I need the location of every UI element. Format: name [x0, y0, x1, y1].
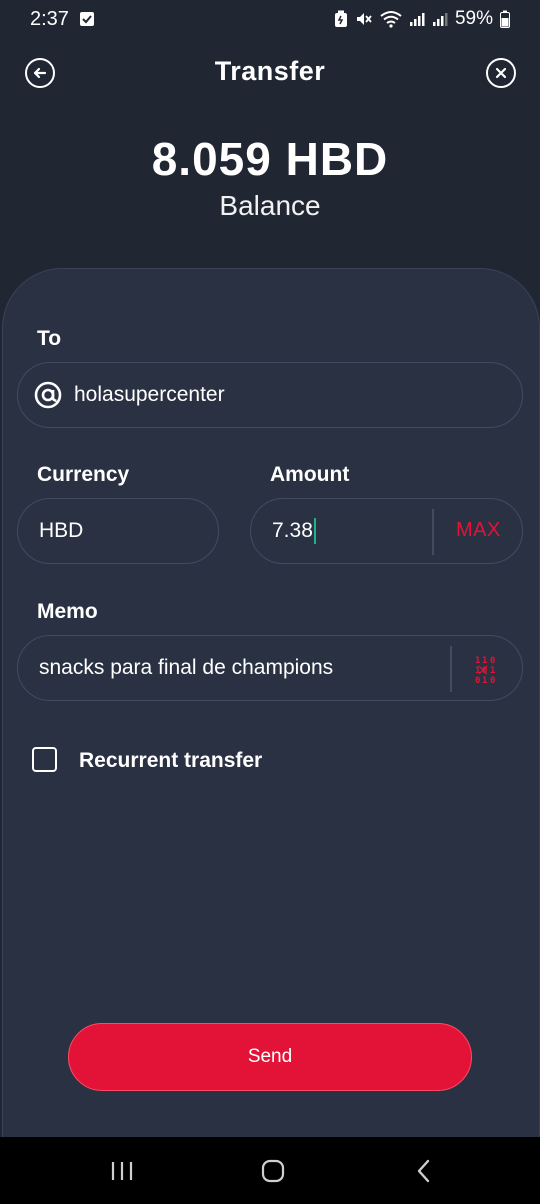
checkbox-notification-icon [79, 11, 95, 27]
recent-apps-icon[interactable] [108, 1157, 136, 1185]
status-time: 2:37 [30, 7, 69, 30]
signal-icon-2 [432, 11, 448, 27]
close-button[interactable] [486, 58, 516, 88]
memo-input[interactable]: snacks para final de champions 110 101 0… [17, 635, 523, 701]
svg-text:0: 0 [490, 676, 495, 684]
svg-text:1: 1 [475, 656, 480, 666]
at-icon [34, 381, 62, 409]
recurrent-transfer-label[interactable]: Recurrent transfer [79, 749, 262, 773]
amount-label: Amount [270, 463, 350, 486]
balance-block: 8.059 HBD Balance [0, 130, 540, 222]
status-left: 2:37 [30, 8, 95, 31]
max-button[interactable]: MAX [456, 519, 501, 542]
amount-value: 7.38 [272, 519, 313, 542]
mute-icon [355, 10, 373, 28]
battery-saver-icon [334, 10, 348, 28]
header: Transfer [0, 44, 540, 100]
divider [432, 509, 434, 555]
balance-amount: 8.059 HBD [151, 133, 389, 185]
back-chevron-icon[interactable] [410, 1157, 438, 1185]
amount-input[interactable]: 7.38 MAX [250, 498, 523, 564]
text-caret [313, 518, 316, 544]
signal-icon [409, 11, 425, 27]
memo-label: Memo [37, 600, 98, 623]
binary-encrypt-icon[interactable]: 110 101 010 [473, 654, 501, 686]
currency-select[interactable]: HBD [17, 498, 219, 564]
svg-text:1: 1 [475, 666, 480, 676]
to-value: holasupercenter [74, 383, 225, 406]
close-circle-icon [495, 67, 507, 79]
currency-label: Currency [37, 463, 130, 486]
svg-text:0: 0 [490, 656, 495, 666]
send-button-label: Send [247, 1046, 293, 1067]
svg-text:1: 1 [490, 666, 495, 676]
system-nav-bar [0, 1137, 540, 1204]
home-icon[interactable] [259, 1157, 287, 1185]
wifi-icon [380, 10, 402, 28]
send-button[interactable]: Send [68, 1023, 472, 1091]
divider [450, 646, 452, 692]
status-bar: 2:37 59% [0, 0, 540, 38]
svg-text:1: 1 [482, 676, 487, 684]
battery-percent: 59% [454, 8, 493, 29]
currency-value: HBD [39, 519, 84, 542]
to-label: To [37, 327, 62, 350]
page-title: Transfer [214, 56, 326, 86]
svg-text:0: 0 [475, 676, 480, 684]
memo-value: snacks para final de champions [39, 656, 334, 679]
svg-text:1: 1 [482, 656, 487, 666]
status-right: 59% [334, 8, 510, 30]
to-field[interactable]: holasupercenter [17, 362, 523, 428]
battery-icon [500, 10, 510, 28]
balance-label: Balance [219, 190, 321, 221]
recurrent-transfer-checkbox[interactable] [32, 747, 57, 772]
